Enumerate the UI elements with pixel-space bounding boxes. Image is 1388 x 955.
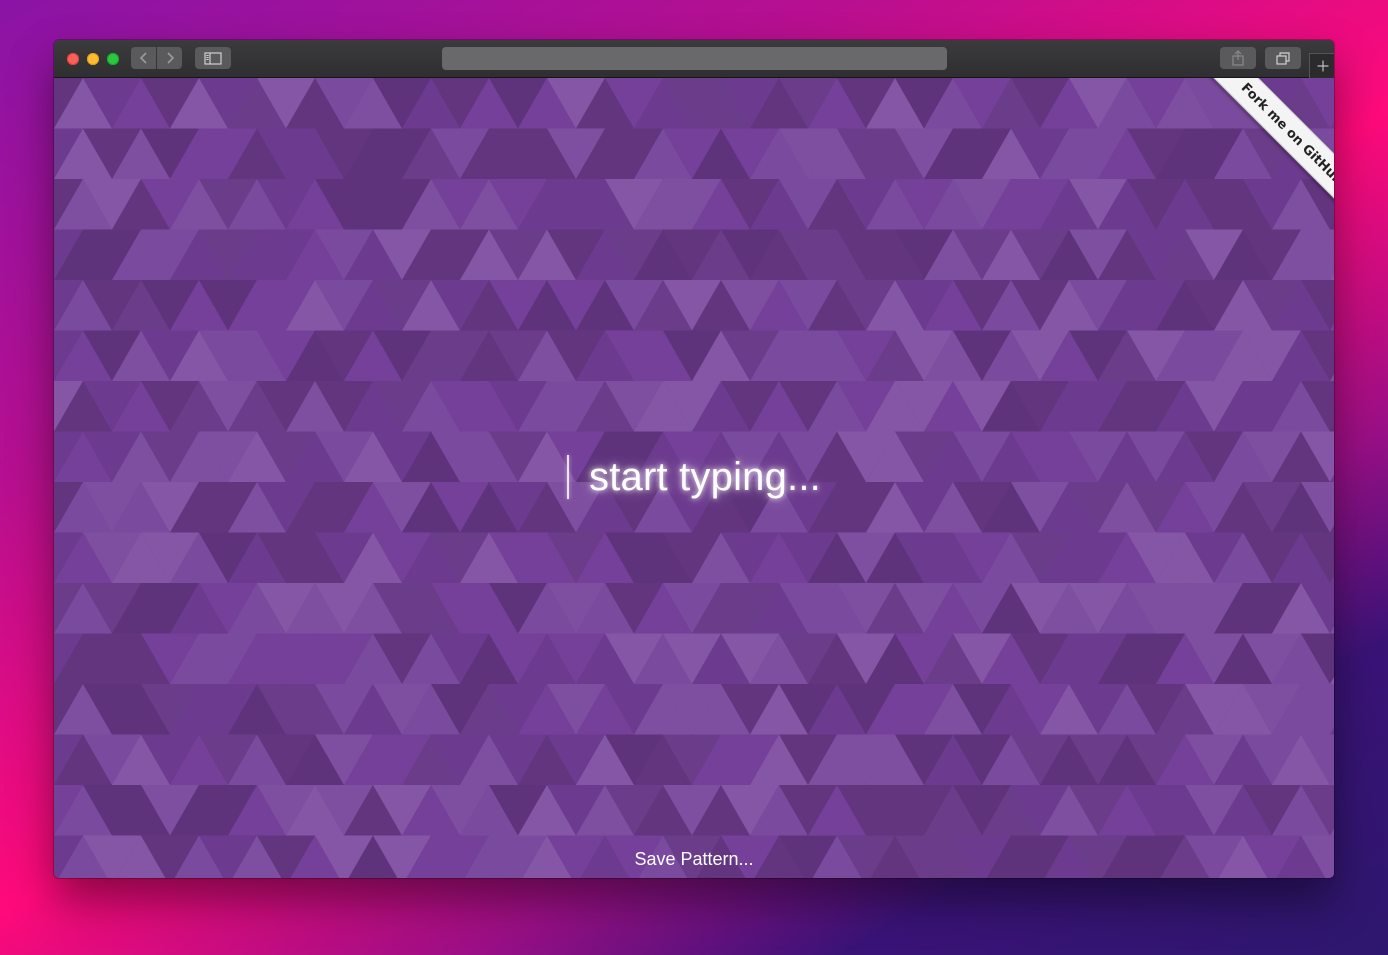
back-button[interactable] (131, 47, 156, 69)
browser-window: start typing... Save Pattern... Fork me … (54, 40, 1334, 878)
typing-prompt[interactable]: start typing... (54, 452, 1334, 502)
github-ribbon-label: Fork me on GitHub (1238, 80, 1334, 188)
text-caret (567, 455, 569, 499)
sidebar-toggle-button[interactable] (195, 47, 231, 69)
toolbar (54, 40, 1334, 78)
close-window-button[interactable] (67, 53, 79, 65)
github-ribbon-band[interactable]: Fork me on GitHub (1209, 78, 1334, 217)
save-pattern-link[interactable]: Save Pattern... (54, 849, 1334, 870)
prompt-text: start typing... (589, 454, 821, 499)
share-button[interactable] (1220, 47, 1256, 69)
share-icon (1232, 50, 1244, 66)
zoom-window-button[interactable] (107, 53, 119, 65)
address-bar[interactable] (442, 47, 947, 70)
minimize-window-button[interactable] (87, 53, 99, 65)
show-tabs-button[interactable] (1265, 47, 1301, 69)
sidebar-icon (204, 51, 222, 65)
github-ribbon[interactable]: Fork me on GitHub (1194, 78, 1334, 218)
forward-button[interactable] (157, 47, 182, 69)
back-arrow-icon (139, 52, 147, 64)
plus-icon (1317, 60, 1328, 72)
tabs-icon (1276, 51, 1290, 65)
new-tab-button[interactable] (1309, 53, 1334, 78)
forward-arrow-icon (166, 52, 174, 64)
page-content: start typing... Save Pattern... Fork me … (54, 78, 1334, 878)
